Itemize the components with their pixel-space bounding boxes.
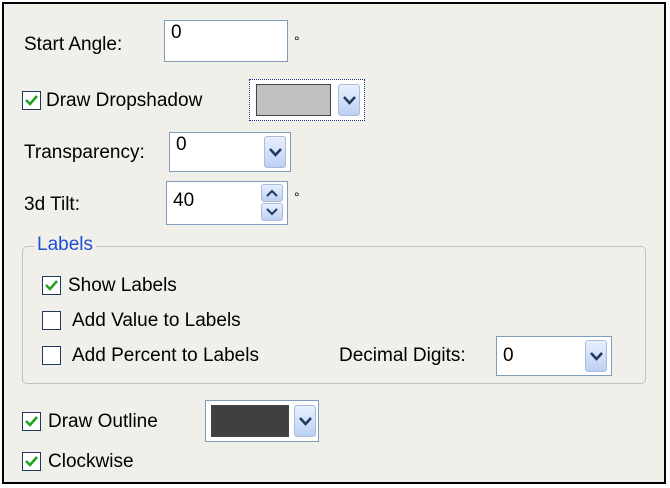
chevron-down-icon [590,352,603,361]
tilt-spinner[interactable] [261,184,283,221]
draw-dropshadow-label: Draw Dropshadow [46,90,203,111]
transparency-value: 0 [176,134,187,155]
outline-color-select[interactable] [205,400,319,442]
tilt-unit: ° [294,189,300,205]
tilt-input[interactable]: 40 [166,181,288,225]
chevron-down-icon [269,148,282,157]
chevron-down-icon [299,417,312,426]
spin-down-icon [266,208,278,216]
draw-dropshadow-checkbox[interactable] [22,91,41,110]
show-labels-label: Show Labels [68,275,177,296]
dropshadow-color-dropdown-button[interactable] [338,84,360,116]
checkmark-icon [45,280,58,291]
clockwise-checkbox[interactable] [22,452,41,471]
chevron-down-icon [343,96,356,105]
tilt-label: 3d Tilt: [24,194,80,215]
dropshadow-color-swatch [256,84,331,116]
show-labels-checkbox[interactable] [42,276,61,295]
draw-outline-label: Draw Outline [48,411,158,432]
add-percent-checkbox[interactable] [42,346,61,365]
outline-color-swatch [211,405,289,437]
add-percent-label: Add Percent to Labels [72,345,259,366]
draw-outline-checkbox[interactable] [22,412,41,431]
tilt-spin-down[interactable] [261,203,283,221]
tilt-value: 40 [173,190,195,211]
add-value-label: Add Value to Labels [72,310,241,331]
outline-color-dropdown-button[interactable] [294,405,316,437]
transparency-dropdown-button[interactable] [264,136,286,168]
labels-group-title: Labels [34,234,96,256]
spin-up-icon [266,189,278,197]
transparency-label: Transparency: [24,142,145,163]
transparency-select[interactable]: 0 [169,132,291,172]
clockwise-label: Clockwise [48,451,134,472]
add-value-checkbox[interactable] [42,311,61,330]
start-angle-input[interactable]: 0 [164,20,288,62]
decimal-digits-select[interactable]: 0 [496,336,612,376]
start-angle-label: Start Angle: [24,34,123,55]
dropshadow-color-select[interactable] [249,79,365,121]
checkmark-icon [25,456,38,467]
decimal-digits-value: 0 [503,345,514,366]
start-angle-unit: ° [294,33,300,49]
decimal-digits-dropdown-button[interactable] [585,340,607,372]
tilt-spin-up[interactable] [261,184,283,202]
checkmark-icon [25,416,38,427]
checkmark-icon [25,95,38,106]
decimal-digits-label: Decimal Digits: [339,345,466,366]
